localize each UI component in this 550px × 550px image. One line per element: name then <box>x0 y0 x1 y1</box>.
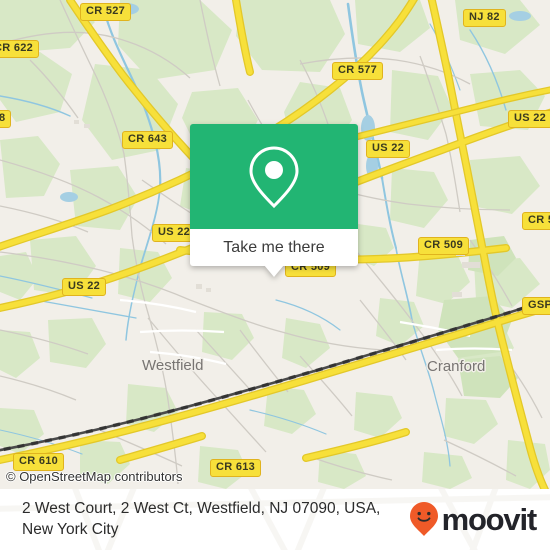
moovit-logo[interactable]: moovit <box>409 501 538 537</box>
location-callout-card[interactable]: Take me there <box>190 124 358 277</box>
shield-cr-613: CR 613 <box>210 459 262 477</box>
shield-cr-5-edge: CR 5 <box>522 212 550 230</box>
shield-cr-622: CR 622 <box>0 40 40 58</box>
shield-us-22-n: US 22 <box>366 140 411 158</box>
place-label-cranford: Cranford <box>427 358 486 375</box>
take-me-there-button[interactable]: Take me there <box>190 229 358 266</box>
footer-bar: 2 West Court, 2 West Ct, Westfield, NJ 0… <box>0 489 550 550</box>
shield-cr-643: CR 643 <box>122 131 174 149</box>
shield-cr-527: CR 527 <box>80 3 132 21</box>
moovit-map-screen: CR 527 CR 622 NJ 82 CR 577 8 US 22 CR 64… <box>0 0 550 550</box>
moovit-smiley-pin-icon <box>409 502 438 536</box>
map-canvas[interactable]: CR 527 CR 622 NJ 82 CR 577 8 US 22 CR 64… <box>0 0 550 489</box>
shield-us-22-ne: US 22 <box>508 110 550 128</box>
shield-route-8: 8 <box>0 110 12 128</box>
address-line-2: New York City <box>22 521 119 538</box>
shield-cr-577: CR 577 <box>332 62 384 80</box>
location-pin-icon <box>249 145 299 208</box>
shield-cr-509-e: CR 509 <box>418 237 470 255</box>
shield-nj-82: NJ 82 <box>463 9 506 27</box>
callout-pin-wrap <box>190 124 358 229</box>
shield-us-22-w: US 22 <box>62 278 107 296</box>
callout-pointer-tail <box>264 265 284 277</box>
address-line-1: 2 West Court, 2 West Ct, Westfield, NJ 0… <box>22 500 381 517</box>
moovit-wordmark: moovit <box>441 501 538 537</box>
address-text: 2 West Court, 2 West Ct, Westfield, NJ 0… <box>22 498 402 540</box>
place-label-westfield: Westfield <box>142 357 204 374</box>
take-me-there-label: Take me there <box>223 238 325 256</box>
osm-attribution[interactable]: © OpenStreetMap contributors <box>6 469 183 484</box>
shield-gsp: GSP <box>522 297 550 315</box>
